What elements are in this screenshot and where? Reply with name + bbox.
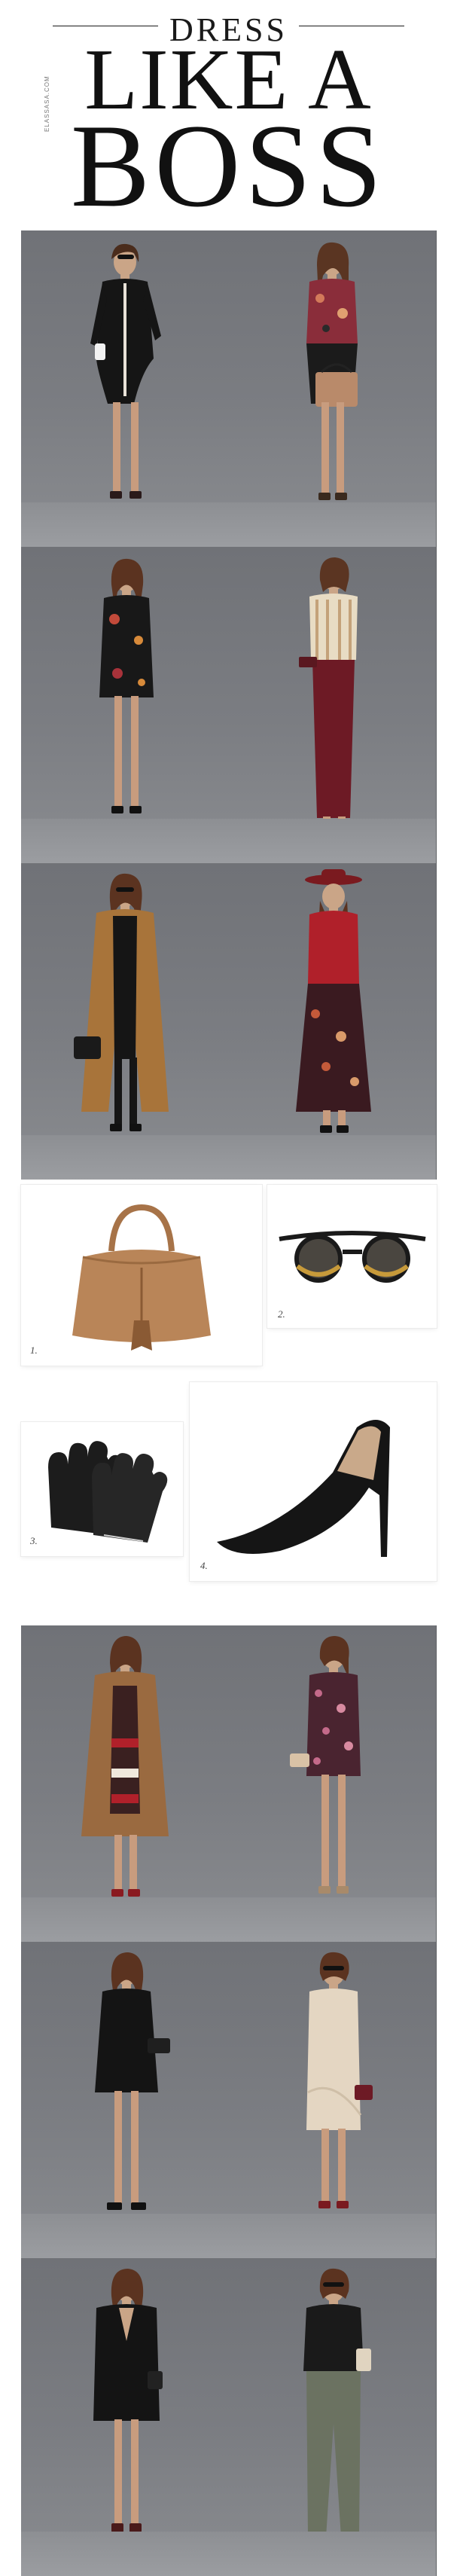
look-10-cream-knit-dress	[228, 1942, 437, 2258]
accessory-2-sunglasses: 2.	[267, 1185, 437, 1328]
look-6-red-blouse-hat	[228, 863, 437, 1180]
look-8-animal-print-wrap-dress	[228, 1625, 437, 1942]
accessory-1-tan-bucket-bag: 1.	[21, 1185, 262, 1366]
look-1-black-shirtdress	[21, 230, 229, 547]
black-leather-gloves-icon	[48, 1441, 168, 1543]
look-11-figure	[93, 2269, 163, 2532]
accessory-1-number: 1.	[30, 1344, 38, 1356]
look-7-figure	[81, 1636, 169, 1897]
accessory-4-black-pump: 4.	[190, 1382, 437, 1581]
accessory-3-gloves: 3.	[21, 1422, 183, 1556]
look-11-black-blazer-dress	[21, 2258, 229, 2576]
look-1-figure	[90, 243, 161, 499]
accessory-4-number: 4.	[200, 1560, 208, 1571]
accessory-3-number: 3.	[30, 1535, 38, 1546]
tan-leather-bucket-bag-icon	[72, 1204, 211, 1351]
header: DRESS LIKE A BOSS ELASSASA.COM	[0, 0, 457, 226]
look-2-floral-blouse-skirt	[228, 230, 437, 547]
round-tortoise-sunglasses-icon	[279, 1231, 426, 1283]
look-4-figure	[299, 557, 358, 836]
look-8-figure	[290, 1636, 361, 1894]
look-5-camel-coat-black	[21, 863, 229, 1180]
look-2-figure	[306, 242, 358, 500]
look-3-figure	[99, 558, 154, 813]
look-6-figure	[296, 869, 371, 1133]
look-7-camel-trench-knit-dress	[21, 1625, 229, 1942]
accessory-2-number: 2.	[278, 1308, 285, 1320]
look-10-figure	[306, 1952, 373, 2208]
look-12-figure	[303, 2268, 371, 2543]
look-9-black-shift-dress	[21, 1942, 229, 2258]
look-12-olive-wide-trousers	[228, 2258, 437, 2576]
look-4-stripe-blouse-burgundy-skirt	[228, 547, 437, 863]
look-3-black-floral-dress	[21, 547, 229, 863]
look-5-figure	[74, 873, 169, 1131]
look-9-figure	[95, 1952, 170, 2210]
black-suede-pump-icon	[217, 1420, 390, 1557]
header-word-boss: BOSS	[70, 100, 387, 232]
site-credit: ELASSASA.COM	[44, 75, 50, 132]
